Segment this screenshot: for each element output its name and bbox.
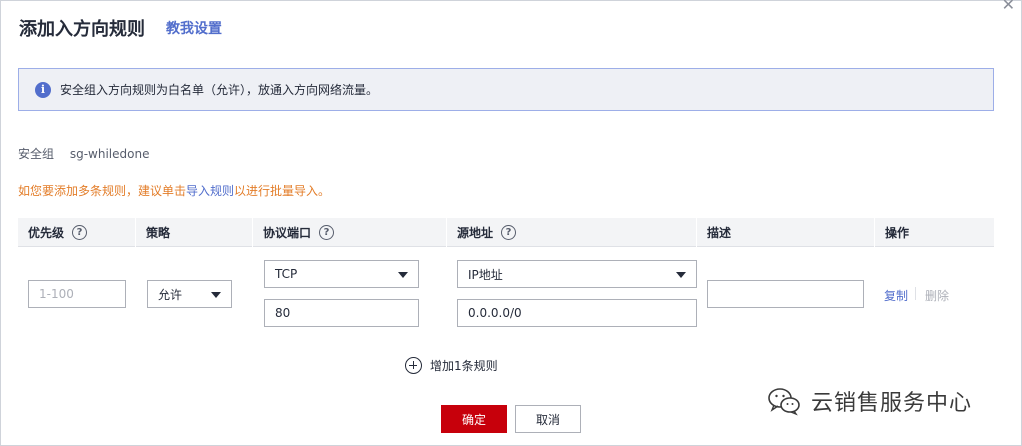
copy-rule-link[interactable]: 复制 <box>884 287 908 304</box>
tip-prefix: 如您要添加多条规则，建议单击 <box>18 184 187 198</box>
import-rules-link[interactable]: 导入规则 <box>186 184 234 198</box>
close-icon[interactable]: ✕ <box>1002 0 1015 13</box>
security-group-label: 安全组 <box>18 147 55 161</box>
description-input[interactable] <box>707 280 864 308</box>
header-protocol-port-label: 协议端口 <box>263 226 312 240</box>
header-source: 源地址 ? <box>446 218 696 247</box>
policy-select-value: 允许 <box>158 287 183 302</box>
add-rule-button[interactable]: 增加1条规则 <box>405 357 498 374</box>
info-icon: i <box>35 81 51 98</box>
header-description-label: 描述 <box>707 226 732 240</box>
source-type-value: IP地址 <box>468 267 503 282</box>
port-input[interactable]: 80 <box>264 299 419 327</box>
source-type-select[interactable]: IP地址 <box>457 260 697 288</box>
header-priority: 优先级 ? <box>18 218 135 247</box>
add-rule-label: 增加1条规则 <box>430 359 498 373</box>
protocol-select-value: TCP <box>275 267 298 281</box>
caret-down-icon <box>676 272 686 278</box>
caret-down-icon <box>398 272 408 278</box>
header-description: 描述 <box>696 218 874 247</box>
wechat-icon <box>768 388 800 416</box>
action-divider <box>915 287 916 300</box>
info-notice: i 安全组入方向规则为白名单（允许），放通入方向网络流量。 <box>18 68 994 111</box>
help-link[interactable]: 教我设置 <box>166 18 222 38</box>
header-policy: 策略 <box>135 218 252 247</box>
help-question-icon[interactable]: ? <box>72 225 88 240</box>
priority-input[interactable]: 1-100 <box>28 280 126 308</box>
rules-table-header: 优先级 ? 策略 协议端口 ? 源地址 ? 描述 操作 <box>18 218 994 247</box>
header-protocol-port: 协议端口 ? <box>252 218 446 247</box>
caret-down-icon <box>211 292 221 298</box>
cancel-button[interactable]: 取消 <box>515 405 581 433</box>
protocol-select[interactable]: TCP <box>264 260 419 288</box>
confirm-button[interactable]: 确定 <box>441 405 507 433</box>
header-action: 操作 <box>874 218 994 247</box>
policy-select[interactable]: 允许 <box>147 280 232 308</box>
batch-import-tip: 如您要添加多条规则，建议单击导入规则以进行批量导入。 <box>18 182 330 199</box>
header-priority-label: 优先级 <box>28 226 65 240</box>
header-policy-label: 策略 <box>146 226 171 240</box>
tip-suffix: 以进行批量导入。 <box>234 184 331 198</box>
watermark-text: 云销售服务中心 <box>811 391 973 416</box>
add-inbound-rule-dialog: ✕ 添加入方向规则 教我设置 i 安全组入方向规则为白名单（允许），放通入方向网… <box>0 0 1022 446</box>
notice-text: 安全组入方向规则为白名单（允许），放通入方向网络流量。 <box>60 83 379 97</box>
security-group-value: sg-whiledone <box>69 147 150 161</box>
delete-rule-link[interactable]: 删除 <box>925 287 949 304</box>
header-action-label: 操作 <box>885 226 910 240</box>
watermark: 云销售服务中心 <box>767 385 972 417</box>
help-question-icon[interactable]: ? <box>501 225 517 240</box>
dialog-title: 添加入方向规则 <box>19 19 145 40</box>
security-group-info: 安全组 sg-whiledone <box>18 145 149 162</box>
plus-circle-icon <box>405 357 422 374</box>
header-source-label: 源地址 <box>457 226 494 240</box>
help-question-icon[interactable]: ? <box>319 225 335 240</box>
source-address-input[interactable]: 0.0.0.0/0 <box>457 299 697 327</box>
